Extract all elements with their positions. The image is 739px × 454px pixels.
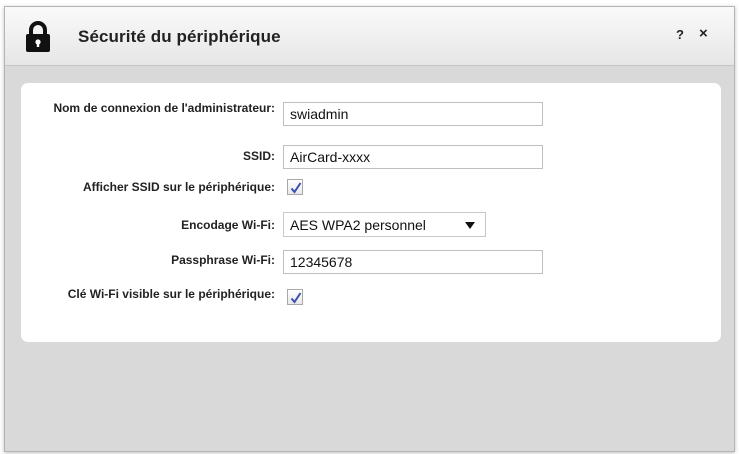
check-icon	[290, 182, 302, 194]
wifi-encoding-select[interactable]: AES WPA2 personnel	[283, 212, 486, 237]
wifi-passphrase-label: Passphrase Wi-Fi:	[171, 253, 275, 267]
device-security-dialog: Sécurité du périphérique ? × Nom de conn…	[4, 6, 735, 452]
dialog-title: Sécurité du périphérique	[78, 27, 281, 46]
check-icon	[290, 292, 302, 304]
close-icon[interactable]: ×	[699, 25, 708, 42]
ssid-input[interactable]	[283, 145, 543, 169]
wifi-key-visible-checkbox[interactable]	[287, 289, 303, 305]
form-panel: Nom de connexion de l'administrateur: SS…	[21, 83, 721, 342]
ssid-label: SSID:	[242, 149, 275, 163]
show-ssid-label: Afficher SSID sur le périphérique:	[82, 180, 275, 194]
wifi-passphrase-input[interactable]	[283, 250, 543, 274]
wifi-encoding-value: AES WPA2 personnel	[290, 217, 426, 233]
wifi-encoding-label: Encodage Wi-Fi:	[181, 218, 275, 232]
wifi-key-visible-label: Clé Wi-Fi visible sur le périphérique:	[67, 287, 275, 301]
lock-icon	[26, 21, 50, 52]
admin-login-input[interactable]	[283, 102, 543, 126]
admin-login-label: Nom de connexion de l'administrateur:	[53, 101, 275, 115]
dialog-titlebar: Sécurité du périphérique ? ×	[5, 7, 734, 66]
caret-down-icon	[465, 222, 475, 229]
show-ssid-checkbox[interactable]	[287, 179, 303, 195]
help-icon[interactable]: ?	[676, 27, 684, 42]
